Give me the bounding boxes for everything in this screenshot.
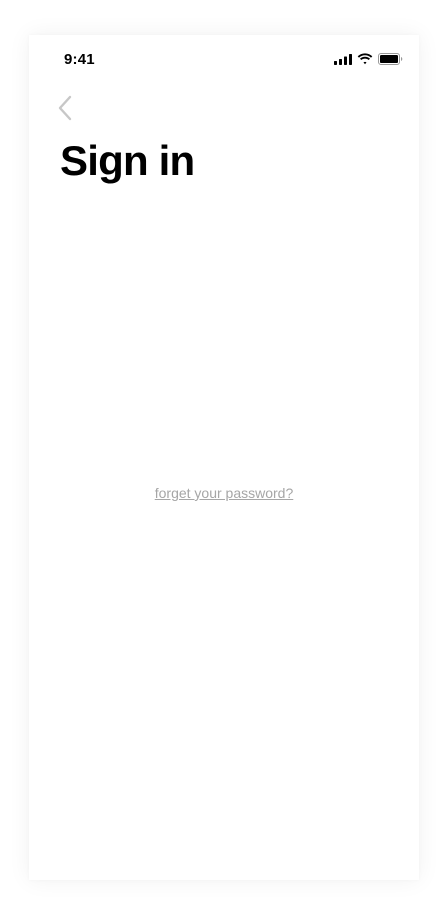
- status-time: 9:41: [64, 51, 95, 68]
- signal-icon: [334, 53, 352, 65]
- back-button[interactable]: [57, 95, 77, 121]
- phone-screen: 9:41 Sign in forget your password?: [29, 35, 419, 880]
- canvas: 9:41 Sign in forget your password?: [0, 0, 448, 914]
- chevron-left-icon: [57, 95, 77, 125]
- battery-icon: [378, 53, 403, 65]
- status-bar: 9:41: [29, 35, 419, 85]
- forgot-password-link[interactable]: forget your password?: [29, 485, 419, 501]
- page-title: Sign in: [60, 137, 195, 184]
- wifi-icon: [357, 53, 373, 65]
- status-icons: [334, 53, 403, 65]
